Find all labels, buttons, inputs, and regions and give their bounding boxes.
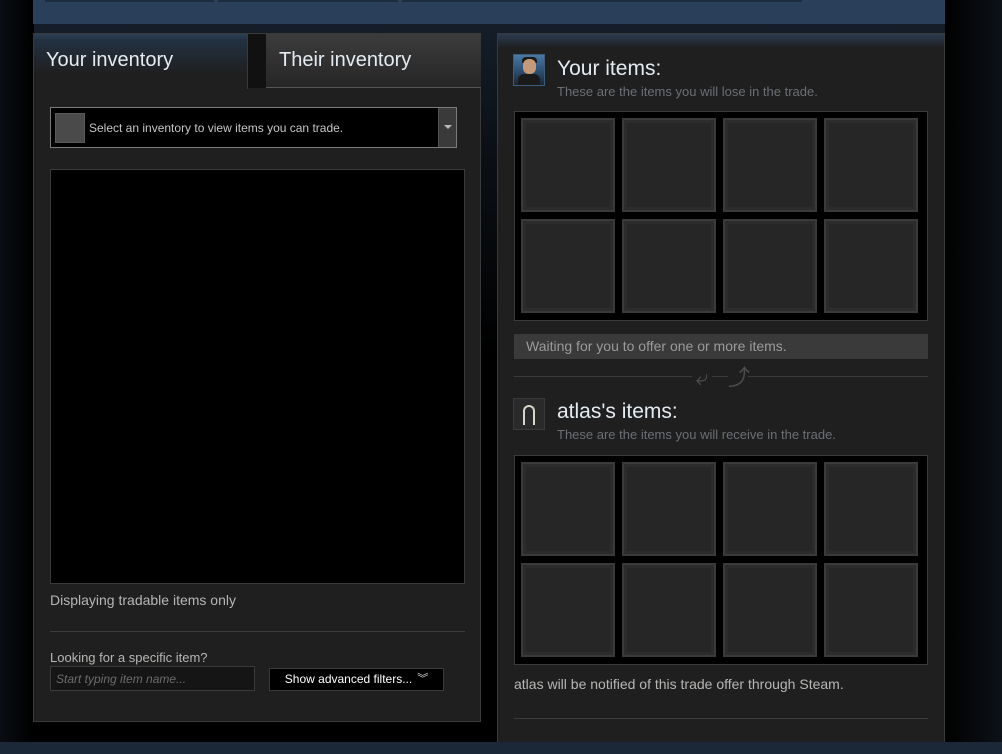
top-header-strip [33, 0, 945, 24]
search-label: Looking for a specific item? [50, 650, 208, 665]
arrow-up-right-icon: ⤴ [728, 365, 751, 390]
arrow-down-left-icon: ⤶ [692, 367, 712, 389]
left-gutter [0, 0, 34, 754]
right-gutter [945, 0, 1002, 754]
item-slot[interactable] [622, 462, 716, 556]
item-slot[interactable] [723, 219, 817, 313]
chevron-down-icon [444, 125, 452, 129]
item-slot[interactable] [723, 563, 817, 657]
item-slot[interactable] [723, 118, 817, 212]
top-strip-segment [45, 0, 214, 2]
item-slot[interactable] [521, 118, 615, 212]
swap-divider [514, 376, 928, 377]
their-items-grid [514, 455, 928, 665]
item-slot[interactable] [824, 219, 918, 313]
inventory-select-label: Select an inventory to view items you ca… [89, 121, 344, 135]
item-slot[interactable] [622, 118, 716, 212]
your-items-subtitle: These are the items you will lose in the… [557, 84, 818, 99]
item-slot[interactable] [521, 219, 615, 313]
item-slot[interactable] [824, 462, 918, 556]
top-strip-segment [402, 0, 802, 2]
dropdown-toggle-button[interactable] [438, 108, 456, 147]
tab-their-inventory[interactable]: Their inventory [266, 34, 481, 88]
item-search-input[interactable] [50, 666, 255, 691]
tab-separator [248, 34, 266, 88]
item-slot[interactable] [521, 462, 615, 556]
inventory-select-dropdown[interactable]: Select an inventory to view items you ca… [50, 107, 457, 148]
tradable-items-note: Displaying tradable items only [50, 592, 236, 608]
top-strip-segment [218, 0, 398, 2]
their-items-subtitle: These are the items you will receive in … [557, 427, 836, 442]
item-slot[interactable] [824, 118, 918, 212]
bottom-strip [0, 742, 1002, 754]
your-items-grid [514, 111, 928, 321]
game-thumbnail [55, 113, 85, 143]
item-slot[interactable] [622, 563, 716, 657]
your-items-title: Your items: [557, 57, 662, 80]
double-chevron-down-icon: ︾ [417, 673, 429, 685]
show-advanced-filters-button[interactable]: Show advanced filters... ︾ [269, 668, 444, 691]
partner-avatar[interactable] [513, 398, 545, 430]
their-items-title: atlas's items: [557, 400, 678, 423]
item-slot[interactable] [723, 462, 817, 556]
notification-note: atlas will be notified of this trade off… [514, 676, 844, 692]
tab-your-inventory[interactable]: Your inventory [34, 34, 248, 89]
avatar-face [523, 59, 536, 74]
inventory-panel: Your inventory Their inventory Select an… [33, 33, 481, 722]
divider [514, 718, 928, 719]
advanced-filters-label: Show advanced filters... [284, 672, 413, 686]
your-avatar[interactable] [513, 54, 545, 86]
avatar-body [518, 74, 540, 85]
divider [50, 631, 465, 632]
item-slot[interactable] [824, 563, 918, 657]
inventory-grid-area [50, 169, 465, 584]
avatar-figure [523, 405, 535, 425]
trade-offer-panel: Your items: These are the items you will… [497, 33, 945, 754]
item-slot[interactable] [622, 219, 716, 313]
item-slot[interactable] [521, 563, 615, 657]
trade-status-message: Waiting for you to offer one or more ite… [514, 334, 928, 359]
